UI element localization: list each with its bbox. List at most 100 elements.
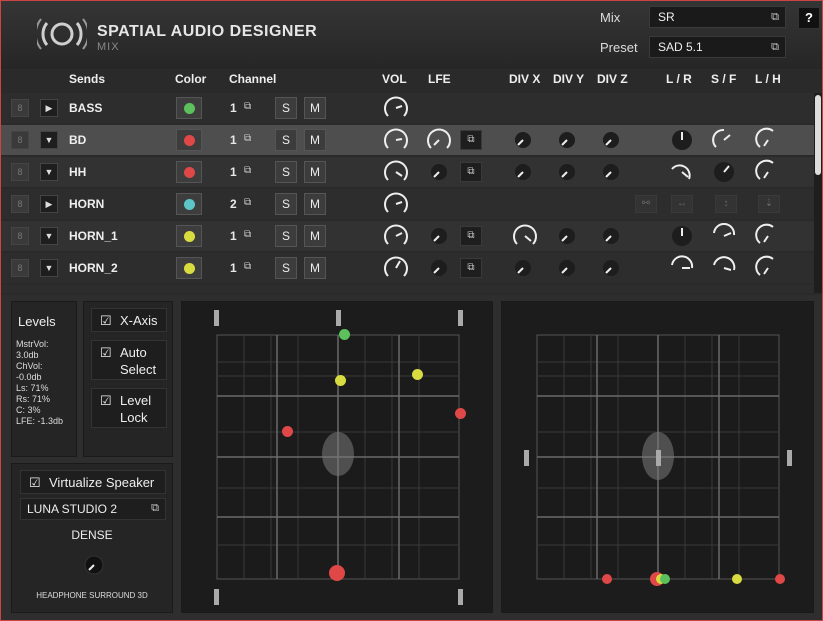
vol-knob[interactable] [382,158,410,186]
send-row-horn[interactable]: 8 ▶ HORN 2 ⧉ S M ⚯ ↔ ↕ ⇣ [1,189,814,219]
divx-knob[interactable] [511,222,539,250]
color-swatch-button[interactable] [176,257,202,279]
source-dot[interactable] [660,574,670,584]
lh-knob[interactable] [755,255,781,281]
divy-knob[interactable] [557,162,577,182]
link-pan-icon[interactable]: ⚯ [635,195,657,213]
preset-select[interactable]: SAD 5.1 ⧉ [649,36,786,58]
link-icon[interactable]: 8 [11,131,29,149]
channel-popup-icon[interactable]: ⧉ [244,229,251,240]
send-row-horn-2[interactable]: 8 ▼ HORN_2 1 ⧉ S M ⧉ [1,253,814,283]
color-swatch-button[interactable] [176,129,202,151]
down-arrow-icon[interactable]: ⇣ [758,195,780,213]
density-knob[interactable] [83,554,105,576]
color-swatch-button[interactable] [176,97,202,119]
vertical-arrows-icon[interactable]: ↕ [715,195,737,213]
channel-popup-icon[interactable]: ⧉ [244,165,251,176]
send-row-hh[interactable]: 8 ▼ HH 1 ⧉ S M ⧉ [1,157,814,187]
color-swatch-button[interactable] [176,225,202,247]
mute-button[interactable]: M [304,129,326,151]
channel-popup-icon[interactable]: ⧉ [244,133,251,144]
solo-button[interactable]: S [275,257,297,279]
mute-button[interactable]: M [304,257,326,279]
link-icon[interactable]: 8 [11,163,29,181]
collapse-toggle-icon[interactable]: ▼ [40,131,58,149]
expand-toggle-icon[interactable]: ▶ [40,99,58,117]
horizontal-arrows-icon[interactable]: ↔ [671,195,693,213]
link-icon[interactable]: 8 [11,259,29,277]
lr-knob[interactable] [669,223,695,249]
lh-knob[interactable] [755,127,781,153]
mute-button[interactable]: M [304,161,326,183]
divy-knob[interactable] [557,258,577,278]
divx-knob[interactable] [513,162,533,182]
lfe-popup-button[interactable]: ⧉ [460,226,482,246]
divz-knob[interactable] [601,162,621,182]
source-dot[interactable] [282,426,293,437]
lr-knob[interactable] [669,255,695,281]
help-button[interactable]: ? [798,7,820,29]
divz-knob[interactable] [601,130,621,150]
divy-knob[interactable] [557,130,577,150]
collapse-toggle-icon[interactable]: ▼ [40,163,58,181]
speaker-device-select[interactable]: LUNA STUDIO 2 ⧉ [20,498,166,520]
sf-knob[interactable] [711,159,737,185]
channel-popup-icon[interactable]: ⧉ [244,261,251,272]
lfe-knob[interactable] [425,126,453,154]
collapse-toggle-icon[interactable]: ▼ [40,227,58,245]
send-row-bd[interactable]: 8 ▼ BD 1 ⧉ S M ⧉ [1,125,814,155]
expand-toggle-icon[interactable]: ▶ [40,195,58,213]
sf-knob[interactable] [711,127,737,153]
source-dot[interactable] [455,408,466,419]
auto-select-checkbox[interactable]: ☑ Auto Select [91,340,167,380]
xaxis-checkbox[interactable]: ☑ X-Axis [91,308,167,332]
lfe-popup-button[interactable]: ⧉ [460,258,482,278]
mute-button[interactable]: M [304,97,326,119]
selected-source-dot[interactable] [329,565,345,581]
source-dot[interactable] [339,329,350,340]
level-lock-checkbox[interactable]: ☑ Level Lock [91,388,167,428]
collapse-toggle-icon[interactable]: ▼ [40,259,58,277]
source-dot[interactable] [412,369,423,380]
lfe-knob[interactable] [429,226,449,246]
solo-button[interactable]: S [275,225,297,247]
solo-button[interactable]: S [275,193,297,215]
link-icon[interactable]: 8 [11,227,29,245]
channel-popup-icon[interactable]: ⧉ [244,197,251,208]
lfe-popup-button[interactable]: ⧉ [460,162,482,182]
vol-knob[interactable] [382,254,410,282]
virtualize-speaker-checkbox[interactable]: ☑ Virtualize Speaker [20,470,166,494]
top-view-panner[interactable] [181,301,493,613]
sf-knob[interactable] [711,223,737,249]
source-dot[interactable] [775,574,785,584]
lfe-popup-button[interactable]: ⧉ [460,130,482,150]
divz-knob[interactable] [601,226,621,246]
solo-button[interactable]: S [275,161,297,183]
color-swatch-button[interactable] [176,193,202,215]
source-dot[interactable] [335,375,346,386]
vol-knob[interactable] [382,190,410,218]
lfe-knob[interactable] [429,258,449,278]
sf-knob[interactable] [711,255,737,281]
vol-knob[interactable] [382,126,410,154]
divz-knob[interactable] [601,258,621,278]
lh-knob[interactable] [755,159,781,185]
lh-knob[interactable] [755,223,781,249]
color-swatch-button[interactable] [176,161,202,183]
vol-knob[interactable] [382,94,410,122]
mute-button[interactable]: M [304,225,326,247]
solo-button[interactable]: S [275,129,297,151]
send-row-horn-1[interactable]: 8 ▼ HORN_1 1 ⧉ S M ⧉ [1,221,814,251]
vol-knob[interactable] [382,222,410,250]
lr-knob[interactable] [669,127,695,153]
send-row-bass[interactable]: 8 ▶ BASS 1 ⧉ S M [1,93,814,123]
mix-select[interactable]: SR ⧉ [649,6,786,28]
scrollbar-thumb[interactable] [815,95,821,175]
divy-knob[interactable] [557,226,577,246]
lr-knob[interactable] [669,159,695,185]
mute-button[interactable]: M [304,193,326,215]
side-view-panner[interactable] [501,301,814,613]
channel-popup-icon[interactable]: ⧉ [244,101,251,112]
lfe-knob[interactable] [429,162,449,182]
link-icon[interactable]: 8 [11,99,29,117]
